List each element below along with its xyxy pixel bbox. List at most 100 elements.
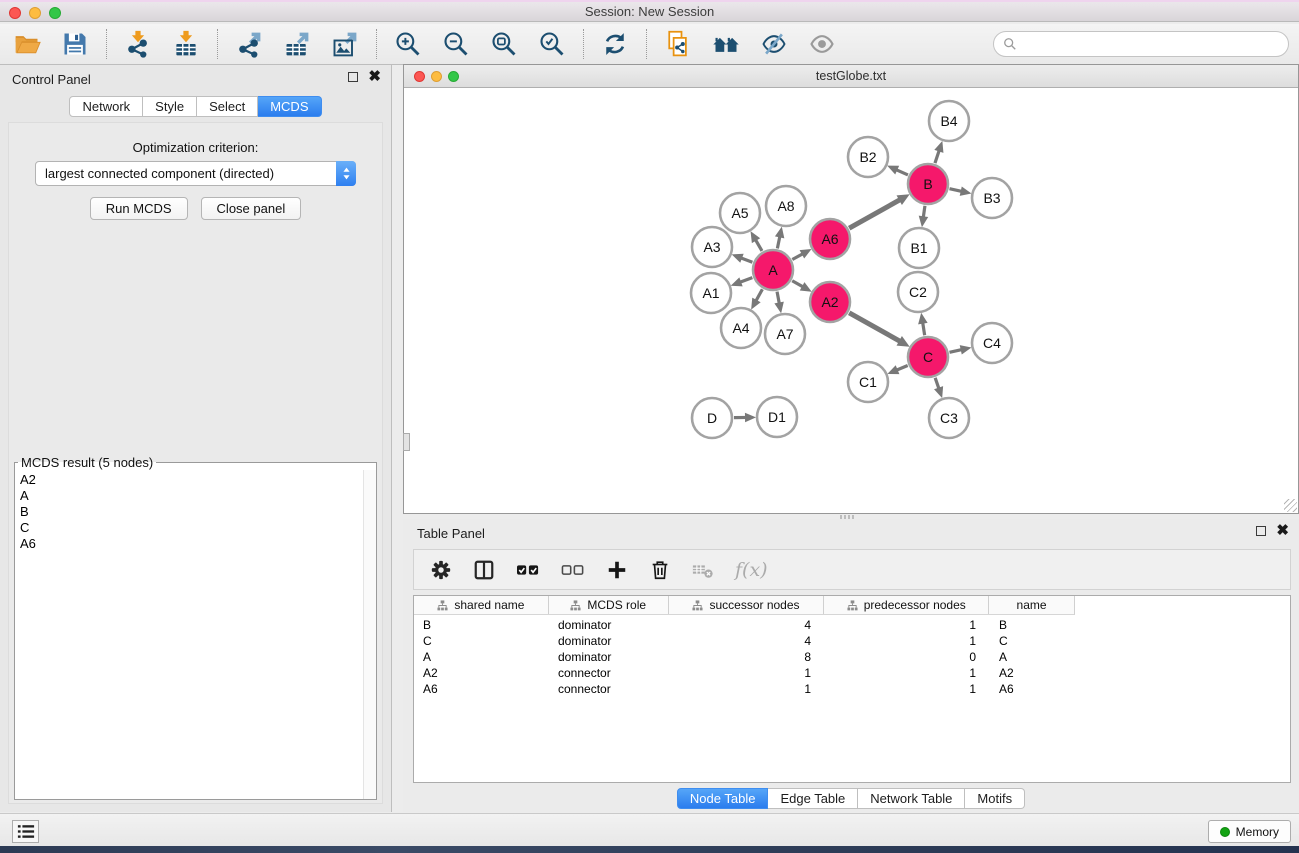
search-input[interactable] [1021, 34, 1288, 54]
graph-edge-A-A2[interactable] [792, 281, 812, 292]
open-session-button[interactable] [10, 27, 44, 61]
zoom-window-button[interactable] [49, 7, 61, 19]
table-cell[interactable]: dominator [549, 618, 669, 632]
table-cell[interactable]: 1 [825, 682, 990, 696]
zoom-fit-button[interactable] [487, 27, 521, 61]
graph-edge-A-A8[interactable] [775, 227, 784, 249]
close-window-button[interactable] [9, 7, 21, 19]
mcds-result-item[interactable]: A [16, 488, 362, 504]
close-table-panel-icon[interactable]: ✖ [1276, 525, 1289, 537]
refresh-button[interactable] [598, 27, 632, 61]
graph-node-B3[interactable]: B3 [972, 178, 1012, 218]
table-row[interactable]: A2connector11A2 [414, 665, 1290, 681]
graph-node-C4[interactable]: C4 [972, 323, 1012, 363]
result-scrollbar[interactable] [363, 470, 376, 799]
column-header-mcds-role[interactable]: MCDS role [549, 596, 669, 614]
delete-table-button[interactable] [692, 555, 714, 585]
tab-motifs[interactable]: Motifs [965, 788, 1025, 809]
tab-node-table[interactable]: Node Table [677, 788, 769, 809]
tab-select[interactable]: Select [197, 96, 258, 117]
column-header-name[interactable]: name [989, 596, 1074, 614]
select-all-button[interactable] [516, 555, 540, 585]
zoom-selected-button[interactable] [535, 27, 569, 61]
mcds-result-item[interactable]: A6 [16, 536, 362, 552]
graph-edge-C-C4[interactable] [949, 345, 971, 354]
minimize-network-button[interactable] [431, 71, 442, 82]
export-network-button[interactable] [232, 27, 266, 61]
deselect-all-button[interactable] [561, 555, 585, 585]
graph-edge-D-D1[interactable] [734, 413, 756, 423]
close-panel-icon[interactable]: ✖ [368, 71, 381, 83]
graph-node-C2[interactable]: C2 [898, 272, 938, 312]
graph-node-B1[interactable]: B1 [899, 228, 939, 268]
show-details-button[interactable] [805, 27, 839, 61]
graph-node-A7[interactable]: A7 [765, 314, 805, 354]
table-settings-button[interactable] [430, 555, 452, 585]
table-row[interactable]: Adominator80A [414, 649, 1290, 665]
table-cell[interactable]: dominator [549, 634, 669, 648]
search-field[interactable] [993, 31, 1289, 57]
table-cell[interactable]: connector [549, 666, 669, 680]
zoom-network-button[interactable] [448, 71, 459, 82]
divider-grip[interactable] [403, 433, 410, 451]
graph-edge-C-C1[interactable] [887, 365, 907, 374]
table-row[interactable]: Cdominator41C [414, 633, 1290, 649]
task-history-button[interactable] [12, 820, 39, 843]
export-table-button[interactable] [280, 27, 314, 61]
table-cell[interactable]: 0 [825, 650, 990, 664]
graph-edge-A-A4[interactable] [751, 289, 762, 309]
graph-node-D[interactable]: D [692, 398, 732, 438]
graph-edge-B-B2[interactable] [887, 166, 908, 175]
network-canvas[interactable]: AA1A2A3A4A5A6A7A8BB1B2B3B4CC1C2C3C4DD1 [404, 89, 1298, 513]
table-cell[interactable]: 8 [669, 650, 825, 664]
table-cell[interactable]: A [414, 650, 549, 664]
table-cell[interactable]: A [990, 650, 1075, 664]
graph-node-A8[interactable]: A8 [766, 186, 806, 226]
close-panel-button[interactable]: Close panel [201, 197, 302, 220]
float-panel-icon[interactable] [348, 72, 358, 82]
graph-node-A5[interactable]: A5 [720, 193, 760, 233]
graph-edge-B-B4[interactable] [934, 141, 943, 163]
graph-edge-A-A6[interactable] [792, 249, 811, 259]
tab-style[interactable]: Style [143, 96, 197, 117]
table-cell[interactable]: A6 [414, 682, 549, 696]
close-network-button[interactable] [414, 71, 425, 82]
memory-button[interactable]: Memory [1208, 820, 1291, 843]
tab-mcds[interactable]: MCDS [258, 96, 321, 117]
graph-node-C[interactable]: C [908, 337, 948, 377]
tab-edge-table[interactable]: Edge Table [768, 788, 858, 809]
table-row[interactable]: Bdominator41B [414, 617, 1290, 633]
column-header-successor-nodes[interactable]: successor nodes [669, 596, 825, 614]
table-cell[interactable]: 1 [825, 634, 990, 648]
resize-grip[interactable] [1284, 499, 1297, 512]
tab-network-table[interactable]: Network Table [858, 788, 965, 809]
graph-node-A[interactable]: A [753, 250, 793, 290]
network-graph[interactable]: AA1A2A3A4A5A6A7A8BB1B2B3B4CC1C2C3C4DD1 [404, 89, 1298, 513]
criterion-dropdown[interactable]: largest connected component (directed) [35, 161, 356, 186]
hide-details-button[interactable] [757, 27, 791, 61]
float-table-panel-icon[interactable] [1256, 526, 1266, 536]
run-mcds-button[interactable]: Run MCDS [90, 197, 188, 220]
graph-node-B[interactable]: B [908, 164, 948, 204]
table-cell[interactable]: B [414, 618, 549, 632]
mcds-result-item[interactable]: A2 [16, 472, 362, 488]
function-builder-button[interactable]: f(x) [735, 555, 768, 585]
table-cell[interactable]: A2 [990, 666, 1075, 680]
table-cell[interactable]: B [990, 618, 1075, 632]
clone-network-button[interactable] [661, 27, 695, 61]
table-cell[interactable]: 1 [825, 618, 990, 632]
graph-node-A2[interactable]: A2 [810, 282, 850, 322]
graph-node-A6[interactable]: A6 [810, 219, 850, 259]
graph-node-A1[interactable]: A1 [691, 273, 731, 313]
table-cell[interactable]: A6 [990, 682, 1075, 696]
tab-network[interactable]: Network [69, 96, 143, 117]
table-cell[interactable]: 4 [669, 634, 825, 648]
delete-row-button[interactable] [649, 555, 671, 585]
save-session-button[interactable] [58, 27, 92, 61]
table-cell[interactable]: dominator [549, 650, 669, 664]
column-header-shared-name[interactable]: shared name [414, 596, 549, 614]
graph-edge-B-B3[interactable] [949, 186, 971, 195]
table-cell[interactable]: 4 [669, 618, 825, 632]
table-cell[interactable]: 1 [669, 682, 825, 696]
table-cell[interactable]: 1 [669, 666, 825, 680]
